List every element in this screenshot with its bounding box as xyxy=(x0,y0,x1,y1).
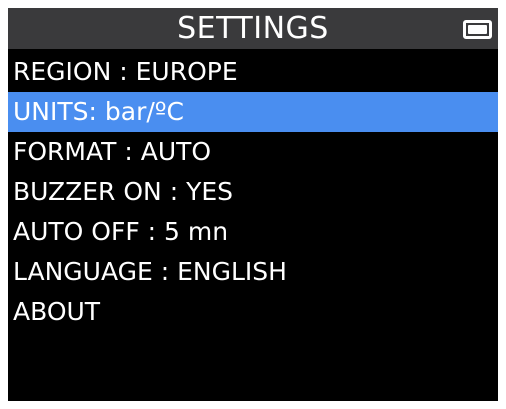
battery-full-icon xyxy=(463,20,492,39)
menu-item-language[interactable]: LANGUAGE : ENGLISH xyxy=(8,252,498,292)
menu-item-auto-off[interactable]: AUTO OFF : 5 mn xyxy=(8,212,498,252)
menu-item-format[interactable]: FORMAT : AUTO xyxy=(8,132,498,172)
menu-item-buzzer[interactable]: BUZZER ON : YES xyxy=(8,172,498,212)
menu-item-region[interactable]: REGION : EUROPE xyxy=(8,52,498,92)
title-bar: SETTINGS xyxy=(8,8,498,49)
menu-item-units[interactable]: UNITS: bar/ºC xyxy=(8,92,498,132)
battery-level-fill xyxy=(468,25,487,34)
page-title: SETTINGS xyxy=(177,11,329,46)
menu-item-about[interactable]: ABOUT xyxy=(8,292,498,332)
settings-menu: REGION : EUROPE UNITS: bar/ºC FORMAT : A… xyxy=(8,52,498,332)
device-screen: SETTINGS REGION : EUROPE UNITS: bar/ºC F… xyxy=(8,8,498,401)
